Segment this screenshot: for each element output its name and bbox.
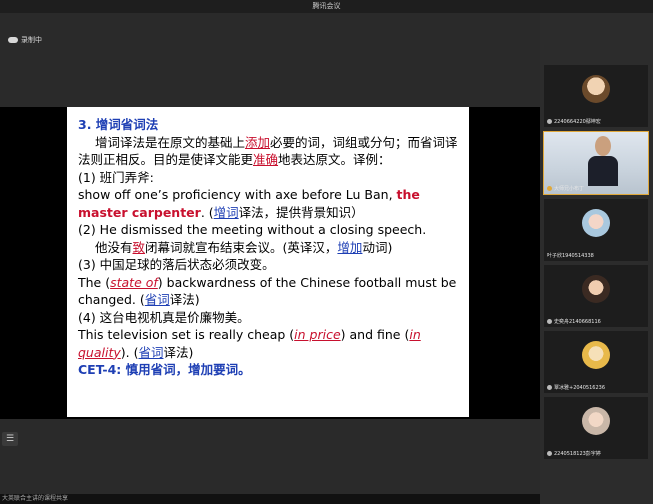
participant-tile[interactable]: 史奕舟2140668116 xyxy=(544,265,648,327)
slide-heading: 3. 增词省词法 xyxy=(78,117,159,132)
avatar xyxy=(582,275,610,303)
recording-label: 录制中 xyxy=(21,36,42,44)
cloud-icon xyxy=(8,37,18,43)
example-2-english: (2) He dismissed the meeting without a c… xyxy=(78,222,427,237)
avatar xyxy=(582,209,610,237)
participant-name: 2240518123彭宇婷 xyxy=(554,451,601,457)
avatar xyxy=(582,341,610,369)
participant-sidebar: 2240664220鄢坤宏 大师兄小布丁 叶子欣1940514338 史奕舟21… xyxy=(540,13,653,504)
avatar xyxy=(582,407,610,435)
example-2-chinese: 他没有致闭幕词就宣布结束会议。(英译汉，增加动词) xyxy=(95,239,393,255)
host-icon xyxy=(547,186,552,191)
mic-muted-icon xyxy=(547,451,552,456)
participant-tile[interactable]: 2240518123彭宇婷 xyxy=(544,397,648,459)
participant-tile-speaking[interactable]: 大师兄小布丁 xyxy=(543,131,649,195)
participant-name: 叶子欣1940514338 xyxy=(547,253,594,259)
participant-name: 大师兄小布丁 xyxy=(554,186,585,192)
example-4-chinese: (4) 这台电视机真是价廉物美。 xyxy=(78,309,250,325)
avatar xyxy=(582,75,610,103)
example-1-chinese: (1) 班门弄斧: xyxy=(78,169,154,185)
example-1-english: show off one’s proficiency with axe befo… xyxy=(78,187,420,220)
recording-indicator: 录制中 xyxy=(8,35,42,45)
participant-name: 2240664220鄢坤宏 xyxy=(554,119,601,125)
participant-tile[interactable]: 叶子欣1940514338 xyxy=(544,199,648,261)
window-title: 腾讯会议 xyxy=(0,0,653,13)
presentation-slide: 3. 增词省词法 增词译法是在原文的基础上添加必要的词，词组或分句；而省词译法则… xyxy=(67,107,469,417)
example-3-chinese: (3) 中国足球的落后状态必须改变。 xyxy=(78,257,275,272)
mic-muted-icon xyxy=(547,319,552,324)
mic-muted-icon xyxy=(547,119,552,124)
participant-name: 史奕舟2140668116 xyxy=(554,319,601,325)
participant-tile[interactable]: 覃冰雅+2040516236 xyxy=(544,331,648,393)
participant-tile[interactable]: 2240664220鄢坤宏 xyxy=(544,65,648,127)
mic-muted-icon xyxy=(547,385,552,390)
example-3-english: The (state of) backwardness of the Chine… xyxy=(78,274,457,308)
bottom-bar: 大英联合主讲的课程共享 xyxy=(0,494,542,504)
example-4-english: This television set is really cheap (in … xyxy=(78,327,421,360)
slide-intro: 增词译法是在原文的基础上添加必要的词，词组或分句；而省词译法则正相反。目的是使译… xyxy=(78,134,458,168)
camera-person xyxy=(588,136,618,186)
menu-icon[interactable]: ☰ xyxy=(2,432,18,446)
participant-name: 覃冰雅+2040516236 xyxy=(554,385,606,391)
cet-note: CET-4: 慎用省词，增加要词。 xyxy=(78,362,251,377)
